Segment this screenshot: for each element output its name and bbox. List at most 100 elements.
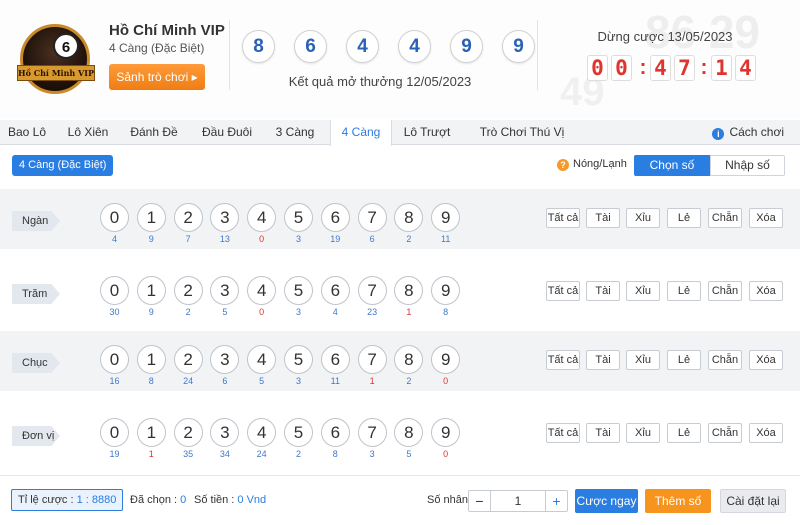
frequency-count: 8 xyxy=(443,307,449,317)
decrement-button[interactable]: − xyxy=(469,491,491,511)
quick-select-button[interactable]: Tài xyxy=(586,208,620,228)
frequency-count: 30 xyxy=(109,307,120,317)
bet-now-button[interactable]: Cược ngay xyxy=(575,489,638,513)
number-ball[interactable]: 5 xyxy=(284,203,313,232)
frequency-count: 13 xyxy=(219,234,230,244)
quick-select-button[interactable]: Lẻ xyxy=(667,423,701,443)
quick-select-button[interactable]: Xỉu xyxy=(626,350,660,370)
number-ball[interactable]: 1 xyxy=(136,345,166,374)
frequency-count: 0 xyxy=(259,234,265,244)
number-ball[interactable]: 0 xyxy=(100,276,129,305)
hot-cold-toggle[interactable]: ? Nóng/Lạnh xyxy=(557,158,627,171)
number-ball[interactable]: 1 xyxy=(136,203,166,232)
number-ball[interactable]: 4 xyxy=(247,345,277,374)
number-ball[interactable]: 8 xyxy=(394,203,424,232)
divider xyxy=(537,20,538,90)
quick-select-button[interactable]: Chẵn xyxy=(708,350,742,370)
tab-4[interactable]: 3 Càng xyxy=(265,120,325,145)
number-ball[interactable]: 9 xyxy=(431,276,461,305)
number-ball[interactable]: 6 xyxy=(320,203,350,232)
multiplier-input[interactable]: 1 xyxy=(491,491,545,511)
tab-3[interactable]: Đầu Đuôi xyxy=(192,120,262,145)
number-ball[interactable]: 7 xyxy=(357,203,387,232)
frequency-count: 0 xyxy=(443,376,449,386)
quick-select-button[interactable]: Lẻ xyxy=(667,350,701,370)
lobby-button-label: Sảnh trò chơi xyxy=(116,70,189,84)
number-ball[interactable]: 7 xyxy=(357,345,387,374)
number-ball[interactable]: 5 xyxy=(284,276,313,305)
quick-select-button[interactable]: Xóa xyxy=(749,423,783,443)
number-ball[interactable]: 6 xyxy=(320,345,350,374)
tab-5[interactable]: 4 Càng xyxy=(330,120,392,146)
choose-number-tab[interactable]: Chọn số xyxy=(634,155,710,176)
selected-label: Đã chọn : xyxy=(130,494,181,506)
quick-select-button[interactable]: Xỉu xyxy=(626,423,660,443)
quick-select-button[interactable]: Tất cả xyxy=(546,350,580,370)
number-ball[interactable]: 7 xyxy=(357,418,387,447)
number-ball[interactable]: 2 xyxy=(173,345,203,374)
frequency-count: 3 xyxy=(295,376,301,386)
quick-select-button[interactable]: Tất cả xyxy=(546,423,580,443)
reset-button[interactable]: Cài đặt lại xyxy=(720,489,786,513)
number-ball[interactable]: 9 xyxy=(431,345,461,374)
frequency-count: 9 xyxy=(148,234,154,244)
number-ball[interactable]: 3 xyxy=(210,276,240,305)
number-ball[interactable]: 3 xyxy=(210,203,240,232)
number-ball[interactable]: 1 xyxy=(136,418,166,447)
quick-select-button[interactable]: Lẻ xyxy=(667,208,701,228)
quick-select-button[interactable]: Xóa xyxy=(749,208,783,228)
tab-2[interactable]: Đánh Đề xyxy=(122,120,186,145)
tab-1[interactable]: Lô Xiên xyxy=(60,120,116,145)
number-ball[interactable]: 5 xyxy=(284,345,313,374)
number-ball[interactable]: 8 xyxy=(394,345,424,374)
lobby-button[interactable]: Sảnh trò chơi ▸ xyxy=(109,64,205,90)
quick-select-button[interactable]: Xóa xyxy=(749,350,783,370)
row-label: Chục xyxy=(12,353,60,373)
number-ball[interactable]: 4 xyxy=(247,203,277,232)
number-ball[interactable]: 6 xyxy=(320,276,350,305)
frequency-count: 2 xyxy=(295,449,301,459)
tab-0[interactable]: Bao Lô xyxy=(0,120,54,145)
number-ball[interactable]: 0 xyxy=(100,203,129,232)
quick-select-button[interactable]: Xỉu xyxy=(626,208,660,228)
bet-amount: Số tiền : 0 Vnd xyxy=(194,494,266,506)
quick-select-button[interactable]: Lẻ xyxy=(667,281,701,301)
number-ball[interactable]: 3 xyxy=(210,345,240,374)
quick-select-button[interactable]: Tất cả xyxy=(546,208,580,228)
quick-select-button[interactable]: Tài xyxy=(586,281,620,301)
number-ball[interactable]: 2 xyxy=(173,418,203,447)
number-ball[interactable]: 2 xyxy=(173,276,203,305)
hot-cold-label: Nóng/Lạnh xyxy=(573,158,627,170)
quick-select-button[interactable]: Tài xyxy=(586,350,620,370)
number-ball[interactable]: 8 xyxy=(394,418,424,447)
quick-select-button[interactable]: Tài xyxy=(586,423,620,443)
number-ball[interactable]: 9 xyxy=(431,418,461,447)
number-ball[interactable]: 3 xyxy=(210,418,240,447)
quick-select-button[interactable]: Tất cả xyxy=(546,281,580,301)
number-ball[interactable]: 9 xyxy=(431,203,461,232)
quick-select-button[interactable]: Chẵn xyxy=(708,281,742,301)
tab-7[interactable]: Trò Chơi Thú Vị xyxy=(464,120,580,145)
number-ball[interactable]: 7 xyxy=(357,276,387,305)
number-ball[interactable]: 0 xyxy=(100,345,129,374)
quick-select-button[interactable]: Xóa xyxy=(749,281,783,301)
number-ball[interactable]: 4 xyxy=(247,418,277,447)
quick-select-button[interactable]: Chẵn xyxy=(708,423,742,443)
number-ball[interactable]: 8 xyxy=(394,276,424,305)
number-ball[interactable]: 1 xyxy=(136,276,166,305)
number-ball[interactable]: 4 xyxy=(247,276,277,305)
selected-value: 0 xyxy=(180,494,187,506)
bet-type-badge[interactable]: 4 Càng (Đặc Biệt) xyxy=(12,155,114,176)
quick-select-button[interactable]: Xỉu xyxy=(626,281,660,301)
add-number-button[interactable]: Thêm số xyxy=(645,489,711,513)
increment-button[interactable]: + xyxy=(545,491,567,511)
number-ball[interactable]: 0 xyxy=(100,418,129,447)
enter-number-tab[interactable]: Nhập số xyxy=(710,155,785,176)
tab-6[interactable]: Lô Trượt xyxy=(392,120,462,145)
number-ball[interactable]: 6 xyxy=(320,418,350,447)
quick-select-button[interactable]: Chẵn xyxy=(708,208,742,228)
number-ball[interactable]: 2 xyxy=(173,203,203,232)
how-to-play-link[interactable]: i Cách chơi xyxy=(712,120,784,145)
number-ball[interactable]: 5 xyxy=(284,418,313,447)
amount-label: Số tiền : xyxy=(194,494,238,506)
